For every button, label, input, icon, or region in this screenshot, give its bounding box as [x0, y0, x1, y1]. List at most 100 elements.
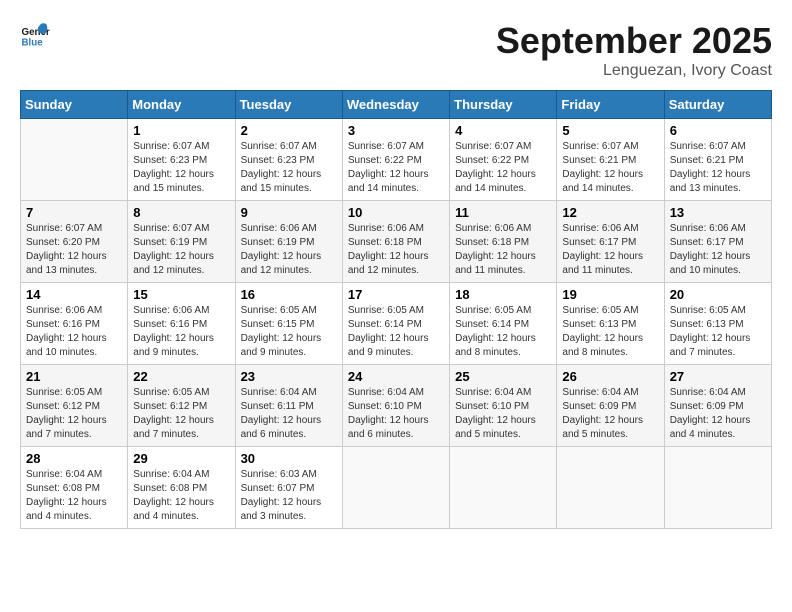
calendar-cell: 17Sunrise: 6:05 AMSunset: 6:14 PMDayligh… — [342, 283, 449, 365]
day-number: 20 — [670, 287, 766, 302]
day-number: 22 — [133, 369, 229, 384]
day-info: Sunrise: 6:06 AMSunset: 6:17 PMDaylight:… — [562, 222, 658, 278]
day-number: 9 — [241, 205, 337, 220]
day-number: 19 — [562, 287, 658, 302]
day-number: 27 — [670, 369, 766, 384]
week-row-1: 1 Sunrise: 6:07 AMSunset: 6:23 PMDaylight… — [21, 119, 772, 201]
day-info: Sunrise: 6:07 AMSunset: 6:22 PMDaylight:… — [348, 140, 444, 196]
calendar-cell: 26 Sunrise: 6:04 AMSunset: 6:09 PMDayligh… — [557, 365, 664, 447]
day-number: 16 — [241, 287, 337, 302]
day-info: Sunrise: 6:06 AMSunset: 6:18 PMDaylight:… — [348, 222, 444, 278]
calendar-cell: 15 Sunrise: 6:06 AMSunset: 6:16 PMDayligh… — [128, 283, 235, 365]
calendar-cell: 25 Sunrise: 6:04 AMSunset: 6:10 PMDayligh… — [450, 365, 557, 447]
calendar-cell: 12 Sunrise: 6:06 AMSunset: 6:17 PMDayligh… — [557, 201, 664, 283]
calendar-cell — [557, 447, 664, 529]
day-number: 24 — [348, 369, 444, 384]
day-info: Sunrise: 6:04 AMSunset: 6:08 PMDaylight:… — [26, 468, 122, 524]
logo: General Blue — [20, 20, 50, 50]
calendar-cell: 28 Sunrise: 6:04 AMSunset: 6:08 PMDayligh… — [21, 447, 128, 529]
calendar-cell: 30 Sunrise: 6:03 AMSunset: 6:07 PMDayligh… — [235, 447, 342, 529]
week-row-4: 21 Sunrise: 6:05 AMSunset: 6:12 PMDayligh… — [21, 365, 772, 447]
calendar-cell: 29 Sunrise: 6:04 AMSunset: 6:08 PMDayligh… — [128, 447, 235, 529]
calendar-table: SundayMondayTuesdayWednesdayThursdayFrid… — [20, 90, 772, 529]
day-number: 12 — [562, 205, 658, 220]
day-number: 3 — [348, 123, 444, 138]
calendar-cell: 18 Sunrise: 6:05 AMSunset: 6:14 PMDayligh… — [450, 283, 557, 365]
col-header-monday: Monday — [128, 91, 235, 119]
col-header-saturday: Saturday — [664, 91, 771, 119]
day-info: Sunrise: 6:05 AMSunset: 6:14 PMDaylight:… — [455, 304, 551, 360]
day-info: Sunrise: 6:07 AMSunset: 6:21 PMDaylight:… — [562, 140, 658, 196]
col-header-sunday: Sunday — [21, 91, 128, 119]
day-number: 18 — [455, 287, 551, 302]
calendar-cell: 1Sunrise: 6:07 AMSunset: 6:23 PMDaylight… — [128, 119, 235, 201]
header-row: SundayMondayTuesdayWednesdayThursdayFrid… — [21, 91, 772, 119]
day-info: Sunrise: 6:05 AMSunset: 6:13 PMDaylight:… — [562, 304, 658, 360]
day-number: 2 — [241, 123, 337, 138]
day-number: 1 — [133, 123, 229, 138]
calendar-cell: 5 Sunrise: 6:07 AMSunset: 6:21 PMDaylight… — [557, 119, 664, 201]
day-number: 15 — [133, 287, 229, 302]
col-header-friday: Friday — [557, 91, 664, 119]
calendar-cell: 19 Sunrise: 6:05 AMSunset: 6:13 PMDayligh… — [557, 283, 664, 365]
day-info: Sunrise: 6:04 AMSunset: 6:09 PMDaylight:… — [562, 386, 658, 442]
page-header: General Blue September 2025 Lenguezan, I… — [20, 20, 772, 80]
svg-text:Blue: Blue — [22, 38, 44, 49]
day-info: Sunrise: 6:06 AMSunset: 6:18 PMDaylight:… — [455, 222, 551, 278]
calendar-cell: 8Sunrise: 6:07 AMSunset: 6:19 PMDaylight… — [128, 201, 235, 283]
day-info: Sunrise: 6:04 AMSunset: 6:10 PMDaylight:… — [348, 386, 444, 442]
day-number: 29 — [133, 451, 229, 466]
calendar-cell — [21, 119, 128, 201]
day-info: Sunrise: 6:05 AMSunset: 6:12 PMDaylight:… — [133, 386, 229, 442]
day-number: 10 — [348, 205, 444, 220]
day-info: Sunrise: 6:07 AMSunset: 6:21 PMDaylight:… — [670, 140, 766, 196]
day-info: Sunrise: 6:06 AMSunset: 6:16 PMDaylight:… — [133, 304, 229, 360]
week-row-5: 28 Sunrise: 6:04 AMSunset: 6:08 PMDayligh… — [21, 447, 772, 529]
day-info: Sunrise: 6:06 AMSunset: 6:17 PMDaylight:… — [670, 222, 766, 278]
calendar-cell: 14 Sunrise: 6:06 AMSunset: 6:16 PMDayligh… — [21, 283, 128, 365]
calendar-cell: 20 Sunrise: 6:05 AMSunset: 6:13 PMDayligh… — [664, 283, 771, 365]
day-number: 23 — [241, 369, 337, 384]
day-number: 28 — [26, 451, 122, 466]
day-info: Sunrise: 6:07 AMSunset: 6:19 PMDaylight:… — [133, 222, 229, 278]
calendar-cell — [450, 447, 557, 529]
day-info: Sunrise: 6:03 AMSunset: 6:07 PMDaylight:… — [241, 468, 337, 524]
calendar-cell: 6Sunrise: 6:07 AMSunset: 6:21 PMDaylight… — [664, 119, 771, 201]
day-info: Sunrise: 6:07 AMSunset: 6:20 PMDaylight:… — [26, 222, 122, 278]
calendar-cell — [342, 447, 449, 529]
calendar-cell: 27 Sunrise: 6:04 AMSunset: 6:09 PMDayligh… — [664, 365, 771, 447]
day-info: Sunrise: 6:05 AMSunset: 6:12 PMDaylight:… — [26, 386, 122, 442]
day-number: 4 — [455, 123, 551, 138]
day-number: 13 — [670, 205, 766, 220]
day-number: 30 — [241, 451, 337, 466]
day-info: Sunrise: 6:04 AMSunset: 6:08 PMDaylight:… — [133, 468, 229, 524]
calendar-cell: 11Sunrise: 6:06 AMSunset: 6:18 PMDayligh… — [450, 201, 557, 283]
day-info: Sunrise: 6:04 AMSunset: 6:10 PMDaylight:… — [455, 386, 551, 442]
calendar-cell: 4Sunrise: 6:07 AMSunset: 6:22 PMDaylight… — [450, 119, 557, 201]
col-header-wednesday: Wednesday — [342, 91, 449, 119]
calendar-cell: 13 Sunrise: 6:06 AMSunset: 6:17 PMDayligh… — [664, 201, 771, 283]
day-number: 14 — [26, 287, 122, 302]
day-info: Sunrise: 6:04 AMSunset: 6:09 PMDaylight:… — [670, 386, 766, 442]
day-number: 21 — [26, 369, 122, 384]
col-header-tuesday: Tuesday — [235, 91, 342, 119]
calendar-cell: 2 Sunrise: 6:07 AMSunset: 6:23 PMDaylight… — [235, 119, 342, 201]
calendar-cell: 16Sunrise: 6:05 AMSunset: 6:15 PMDayligh… — [235, 283, 342, 365]
calendar-cell: 3 Sunrise: 6:07 AMSunset: 6:22 PMDaylight… — [342, 119, 449, 201]
week-row-3: 14 Sunrise: 6:06 AMSunset: 6:16 PMDayligh… — [21, 283, 772, 365]
location: Lenguezan, Ivory Coast — [496, 62, 772, 80]
day-info: Sunrise: 6:06 AMSunset: 6:16 PMDaylight:… — [26, 304, 122, 360]
day-number: 25 — [455, 369, 551, 384]
day-number: 26 — [562, 369, 658, 384]
day-info: Sunrise: 6:07 AMSunset: 6:23 PMDaylight:… — [241, 140, 337, 196]
day-info: Sunrise: 6:04 AMSunset: 6:11 PMDaylight:… — [241, 386, 337, 442]
calendar-cell: 24 Sunrise: 6:04 AMSunset: 6:10 PMDayligh… — [342, 365, 449, 447]
calendar-cell: 23 Sunrise: 6:04 AMSunset: 6:11 PMDayligh… — [235, 365, 342, 447]
week-row-2: 7Sunrise: 6:07 AMSunset: 6:20 PMDaylight… — [21, 201, 772, 283]
title-block: September 2025 Lenguezan, Ivory Coast — [496, 20, 772, 80]
day-info: Sunrise: 6:05 AMSunset: 6:13 PMDaylight:… — [670, 304, 766, 360]
day-number: 5 — [562, 123, 658, 138]
calendar-cell: 10 Sunrise: 6:06 AMSunset: 6:18 PMDayligh… — [342, 201, 449, 283]
day-info: Sunrise: 6:05 AMSunset: 6:14 PMDaylight:… — [348, 304, 444, 360]
calendar-cell — [664, 447, 771, 529]
